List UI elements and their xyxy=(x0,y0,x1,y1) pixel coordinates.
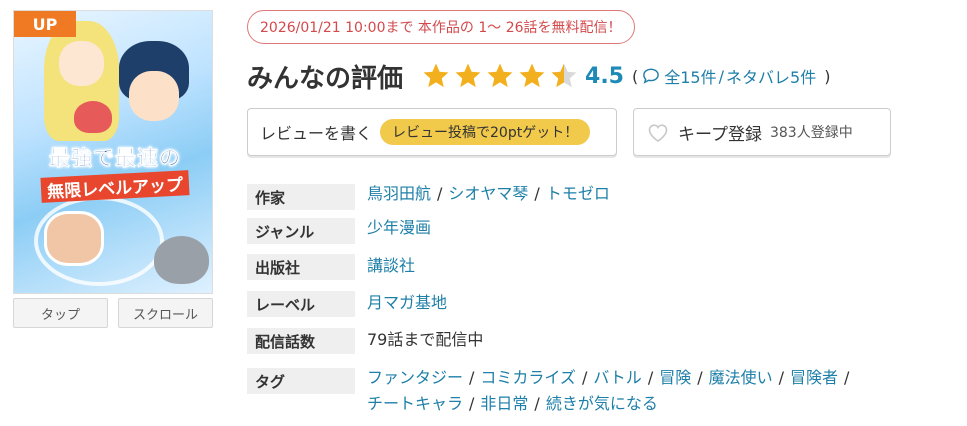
author-links: 鳥羽田航 / シオヤマ琴 / トモゼロ xyxy=(367,184,610,203)
review-promo-badge: レビュー投稿で20ptゲット！ xyxy=(380,119,591,145)
tag-link[interactable]: 冒険者 xyxy=(790,368,838,387)
action-row: レビューを書く レビュー投稿で20ptゲット！ キープ登録 383人登録中 xyxy=(247,108,891,156)
keep-label: キープ登録 xyxy=(678,124,762,145)
tag-link[interactable]: 冒険 xyxy=(659,368,691,387)
keep-count: 383人登録中 xyxy=(769,125,853,141)
label-link[interactable]: 月マガ基地 xyxy=(367,291,447,315)
tag-link[interactable]: コミカライズ xyxy=(480,368,576,387)
scroll-view-button[interactable]: スクロール xyxy=(118,298,213,328)
episodes-value: 79話まで配信中 xyxy=(367,330,484,349)
genre-link[interactable]: 少年漫画 xyxy=(367,216,431,240)
info-row-tags: タグ xyxy=(247,368,355,394)
tap-view-button[interactable]: タップ xyxy=(13,298,108,328)
cover-image[interactable]: 最強で最速の 無限レベルアップ UP xyxy=(13,10,213,294)
star-icon xyxy=(455,63,481,88)
heart-icon xyxy=(648,124,668,142)
manga-detail-page: 最強で最速の 無限レベルアップ UP タップ スクロール 2026/01/21 … xyxy=(0,0,967,426)
total-reviews-link[interactable]: 全15件 xyxy=(664,64,716,88)
tag-link[interactable]: 非日常 xyxy=(480,394,528,413)
tag-link[interactable]: 魔法使い xyxy=(709,368,773,387)
up-badge: UP xyxy=(14,11,76,37)
star-icon xyxy=(519,63,545,88)
publisher-link[interactable]: 講談社 xyxy=(367,254,415,278)
rating-score: 4.5 xyxy=(585,63,624,89)
tag-link[interactable]: バトル xyxy=(593,368,641,387)
info-row-genre: ジャンル xyxy=(247,218,355,244)
write-review-label: レビューを書く xyxy=(260,124,373,143)
keep-button[interactable]: キープ登録 383人登録中 xyxy=(633,108,891,156)
tag-link[interactable]: 続きが気になる xyxy=(546,394,658,413)
star-icon xyxy=(487,63,513,88)
cover-view-buttons: タップ スクロール xyxy=(13,298,213,328)
author-link[interactable]: トモゼロ xyxy=(546,184,610,203)
info-row-label: レーベル xyxy=(247,291,355,317)
comment-bubble-icon xyxy=(643,68,660,84)
half-star-icon xyxy=(551,63,577,88)
star-icon xyxy=(423,63,449,88)
tag-link[interactable]: チートキャラ xyxy=(367,394,463,413)
tag-list: ファンタジー / コミカライズ / バトル / 冒険 / 魔法使い / 冒険者 / チートキャラ / 非日… xyxy=(367,368,850,413)
rating-heading: みんなの評価 xyxy=(247,63,404,94)
review-counts: ( 全15件 / ネタバレ5件 ) xyxy=(632,64,830,88)
author-link[interactable]: シオヤマ琴 xyxy=(448,184,528,203)
write-review-button[interactable]: レビューを書く レビュー投稿で20ptゲット！ xyxy=(247,108,617,156)
info-row-publisher: 出版社 xyxy=(247,254,355,280)
info-row-author: 作家 xyxy=(247,184,355,210)
rating-row: みんなの評価 4.5 ( 全15件 / ネタバレ5件 ) xyxy=(247,56,830,96)
free-episodes-notice: 2026/01/21 10:00まで 本作品の 1～ 26話を無料配信！ xyxy=(247,10,635,44)
author-link[interactable]: 鳥羽田航 xyxy=(367,184,431,203)
star-rating xyxy=(421,61,579,91)
info-row-episodes: 配信話数 xyxy=(247,328,355,354)
cover-title: 最強で最速の 無限レベルアップ xyxy=(22,141,208,203)
spoiler-reviews-link[interactable]: ネタバレ5件 xyxy=(726,64,816,88)
tag-link[interactable]: ファンタジー xyxy=(367,368,463,387)
